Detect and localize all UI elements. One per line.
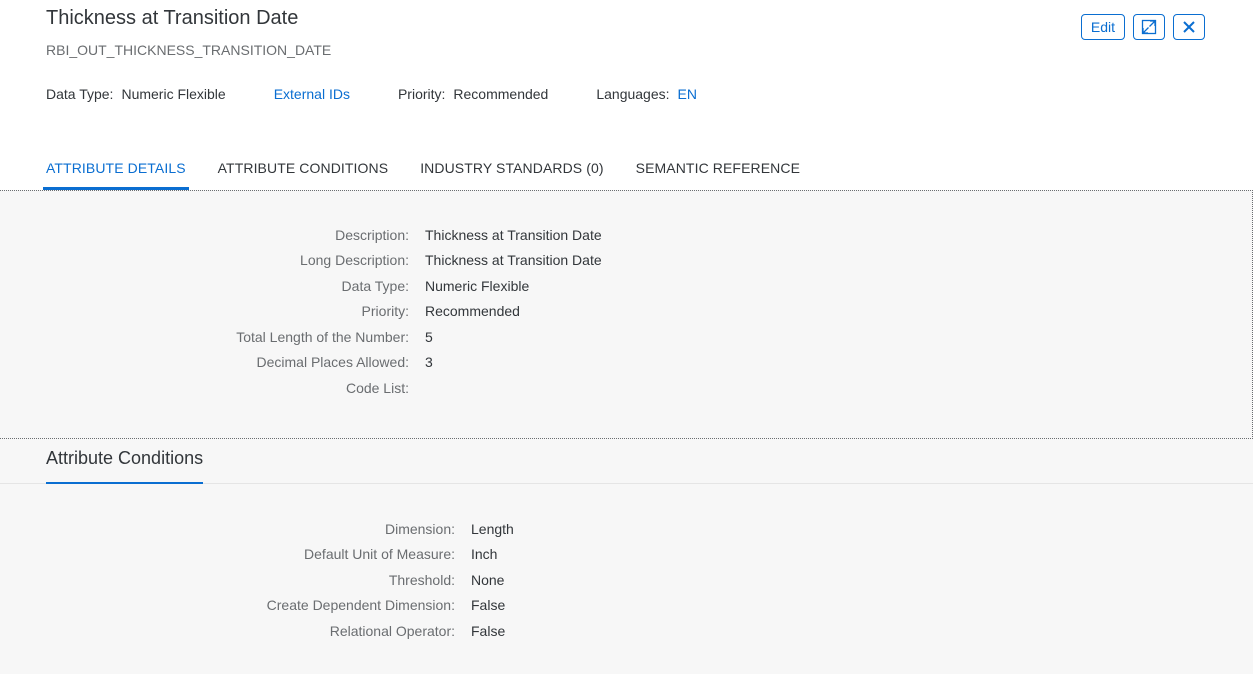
form-row: Dimension: Length (0, 516, 514, 542)
languages-link[interactable]: EN (678, 86, 697, 102)
dimension-value: Length (471, 520, 514, 537)
header-data-type: Data Type: Numeric Flexible (46, 86, 226, 102)
relational-operator-label: Relational Operator: (329, 622, 455, 639)
priority-label: Priority: (397, 86, 446, 102)
form-row: Create Dependent Dimension: False (0, 593, 514, 619)
total-length-label: Total Length of the Number: (236, 328, 409, 345)
data-type-value: Numeric Flexible (425, 277, 530, 294)
form-row: Threshold: None (0, 567, 514, 593)
expand-button[interactable] (1133, 14, 1165, 40)
section-title-underline (46, 482, 203, 484)
total-length-value: 5 (425, 328, 433, 345)
external-ids-link[interactable]: External IDs (274, 86, 350, 102)
languages-label: Languages: (596, 86, 670, 102)
threshold-value: None (471, 571, 505, 588)
section-title: Attribute Conditions (46, 448, 204, 468)
edit-button[interactable]: Edit (1080, 14, 1125, 40)
tab-industry-standards[interactable]: INDUSTRY STANDARDS (0) (420, 160, 603, 190)
relational-operator-value: False (471, 622, 506, 639)
expand-icon (1141, 19, 1157, 35)
header-priority: Priority: Recommended (398, 86, 548, 102)
page-title: Thickness at Transition Date (46, 7, 299, 29)
threshold-label: Threshold: (388, 571, 455, 588)
close-button[interactable] (1173, 14, 1205, 40)
close-icon (1182, 20, 1196, 34)
header-languages: Languages: EN (596, 86, 697, 102)
decimal-places-value: 3 (425, 354, 433, 371)
priority-value: Recommended (453, 86, 549, 102)
form-row: Default Unit of Measure: Inch (0, 542, 514, 568)
attribute-details-section: Description: Thickness at Transition Dat… (0, 190, 1253, 439)
header-attributes: Data Type: Numeric Flexible External IDs… (46, 86, 745, 102)
data-type-label: Data Type: (46, 86, 114, 102)
create-dependent-dimension-label: Create Dependent Dimension: (266, 597, 455, 614)
description-label: Description: (335, 226, 409, 243)
form-row: Description: Thickness at Transition Dat… (0, 222, 602, 248)
tab-attribute-details[interactable]: ATTRIBUTE DETAILS (43, 160, 189, 190)
page-subtitle: RBI_OUT_THICKNESS_TRANSITION_DATE (46, 42, 332, 58)
tab-attribute-conditions[interactable]: ATTRIBUTE CONDITIONS (218, 160, 389, 190)
priority-value: Recommended (425, 303, 520, 320)
long-description-value: Thickness at Transition Date (425, 252, 602, 269)
form-row: Relational Operator: False (0, 618, 514, 644)
dimension-label: Dimension: (384, 520, 455, 537)
form-row: Priority: Recommended (0, 299, 602, 325)
form-row: Decimal Places Allowed: 3 (0, 350, 602, 376)
form-row: Long Description: Thickness at Transitio… (0, 248, 602, 274)
object-page: Thickness at Transition Date RBI_OUT_THI… (0, 0, 1253, 674)
create-dependent-dimension-value: False (471, 597, 506, 614)
tab-semantic-reference[interactable]: SEMANTIC REFERENCE (636, 160, 800, 190)
long-description-label: Long Description: (300, 252, 409, 269)
decimal-places-label: Decimal Places Allowed: (256, 354, 409, 371)
data-type-value: Numeric Flexible (121, 86, 226, 102)
attribute-conditions-form: Dimension: Length Default Unit of Measur… (0, 516, 514, 644)
header-external-ids: External IDs (274, 86, 350, 102)
code-list-label: Code List: (345, 379, 409, 396)
tab-bar: ATTRIBUTE DETAILS ATTRIBUTE CONDITIONS I… (43, 160, 832, 190)
header-actions: Edit (1080, 14, 1205, 40)
attribute-conditions-section: Attribute Conditions Dimension: Length D… (0, 439, 1253, 674)
form-row: Data Type: Numeric Flexible (0, 273, 602, 299)
data-type-label: Data Type: (341, 277, 409, 294)
default-unit-label: Default Unit of Measure: (304, 546, 455, 563)
priority-label: Priority: (361, 303, 409, 320)
default-unit-value: Inch (471, 546, 498, 563)
form-row: Code List: (0, 375, 602, 401)
attribute-details-form: Description: Thickness at Transition Dat… (0, 222, 602, 401)
form-row: Total Length of the Number: 5 (0, 324, 602, 350)
description-value: Thickness at Transition Date (425, 226, 602, 243)
object-header: Thickness at Transition Date RBI_OUT_THI… (0, 0, 1253, 190)
